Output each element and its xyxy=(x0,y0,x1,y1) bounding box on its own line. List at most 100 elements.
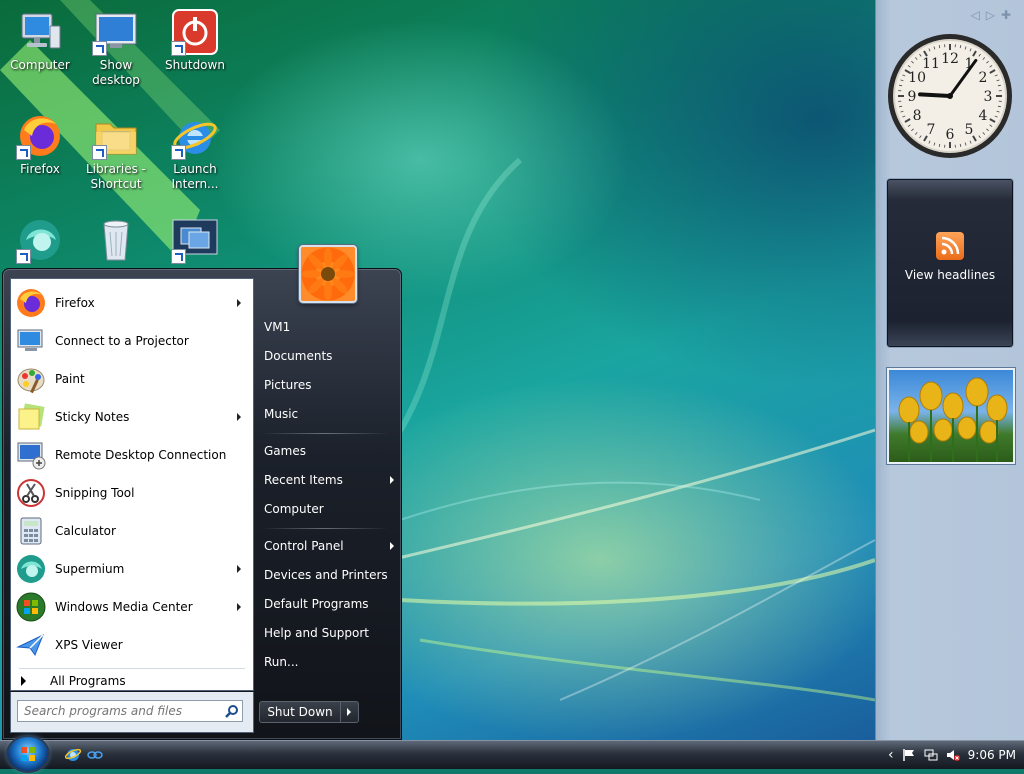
desktop-icon-show-desktop[interactable]: Show desktop xyxy=(78,8,154,88)
clock-numeral: 5 xyxy=(965,122,974,138)
start-item-label: Devices and Printers xyxy=(264,568,388,582)
clock-numeral: 9 xyxy=(908,89,917,105)
desktop-icon-internet-explorer[interactable]: Launch Intern... xyxy=(157,112,233,192)
desktop-icon-shutdown[interactable]: Shutdown xyxy=(157,8,233,73)
desktop-icon-label: Computer xyxy=(2,58,78,73)
start-item-label: Run... xyxy=(264,655,298,669)
clock-numeral: 2 xyxy=(978,70,987,86)
program-label: Sticky Notes xyxy=(55,410,237,424)
shortcut-arrow-icon xyxy=(171,41,186,56)
search-input[interactable] xyxy=(17,700,243,722)
start-item-label: Music xyxy=(264,407,298,421)
windows-logo-icon xyxy=(8,737,48,771)
desktop-icon-label: Libraries - Shortcut xyxy=(78,162,154,192)
sidebar-nav: ◁▷✚ xyxy=(970,8,1017,22)
start-item-label: Games xyxy=(264,444,306,458)
clock-gadget[interactable]: 121234567891011 xyxy=(886,32,1014,160)
start-separator xyxy=(261,528,389,529)
all-programs-arrow-icon xyxy=(21,676,26,686)
user-picture[interactable] xyxy=(299,245,357,303)
ie-quicklaunch-icon[interactable] xyxy=(64,745,82,763)
shutdown-button[interactable]: Shut Down xyxy=(259,701,341,723)
start-menu: Firefox Connect to a Projector Paint Sti… xyxy=(2,268,402,740)
desktop-icon-libraries[interactable]: Libraries - Shortcut xyxy=(78,112,154,192)
clock-hour-hand xyxy=(920,94,950,96)
program-sticky-notes[interactable]: Sticky Notes xyxy=(13,399,249,435)
start-item-control-panel[interactable]: Control Panel xyxy=(256,533,394,559)
feeds-label: View headlines xyxy=(888,268,1012,282)
rss-icon xyxy=(936,232,964,260)
shutdown-label: Shut Down xyxy=(267,705,332,719)
program-firefox[interactable]: Firefox xyxy=(13,285,249,321)
tulips-photo xyxy=(889,370,1013,462)
start-item-documents[interactable]: Documents xyxy=(256,343,394,369)
clock-numeral: 6 xyxy=(946,127,955,143)
sidebar-prev-icon[interactable]: ◁ xyxy=(970,8,985,22)
program-label: Firefox xyxy=(55,296,237,310)
shortcut-arrow-icon xyxy=(92,145,107,160)
clock-numeral: 10 xyxy=(908,70,926,86)
slideshow-gadget[interactable] xyxy=(887,368,1015,464)
start-item-label: Pictures xyxy=(264,378,312,392)
start-item-music[interactable]: Music xyxy=(256,401,394,427)
start-separator xyxy=(261,433,389,434)
program-remote-desktop[interactable]: Remote Desktop Connection xyxy=(13,437,249,473)
remote-desktop-icon xyxy=(15,439,47,471)
start-item-vm1[interactable]: VM1 xyxy=(256,314,394,340)
start-item-label: Default Programs xyxy=(264,597,369,611)
sticky-notes-icon xyxy=(15,401,47,433)
start-item-label: VM1 xyxy=(264,320,290,334)
calculator-icon xyxy=(15,515,47,547)
desktop-icon-supermium[interactable] xyxy=(2,216,78,266)
system-tray: ‹ 9:06 PM xyxy=(888,741,1016,769)
all-programs-label: All Programs xyxy=(50,674,126,688)
start-item-help-support[interactable]: Help and Support xyxy=(256,620,394,646)
start-item-devices-printers[interactable]: Devices and Printers xyxy=(256,562,394,588)
network-icon[interactable] xyxy=(924,748,938,762)
snipping-tool-icon xyxy=(15,477,47,509)
shutdown-options-button[interactable] xyxy=(341,701,359,723)
supermium-icon xyxy=(15,553,47,585)
program-supermium[interactable]: Supermium xyxy=(13,551,249,587)
program-paint[interactable]: Paint xyxy=(13,361,249,397)
volume-muted-icon[interactable] xyxy=(946,748,960,762)
start-item-default-programs[interactable]: Default Programs xyxy=(256,591,394,617)
desktop-icon-recycle-bin[interactable] xyxy=(78,216,154,266)
sidebar-next-icon[interactable]: ▷ xyxy=(986,8,1001,22)
programs-pane: Firefox Connect to a Projector Paint Sti… xyxy=(10,278,254,691)
feed-headlines-gadget[interactable]: View headlines xyxy=(887,179,1013,347)
shortcut-arrow-icon xyxy=(92,41,107,56)
action-center-flag-icon[interactable] xyxy=(902,748,916,762)
program-label: Windows Media Center xyxy=(55,600,237,614)
all-programs-button[interactable]: All Programs xyxy=(21,674,126,688)
program-label: Connect to a Projector xyxy=(55,334,249,348)
search-icon[interactable] xyxy=(225,704,239,718)
clock-time[interactable]: 9:06 PM xyxy=(968,748,1016,762)
submenu-arrow-icon xyxy=(237,413,241,421)
program-label: XPS Viewer xyxy=(55,638,249,652)
program-snipping-tool[interactable]: Snipping Tool xyxy=(13,475,249,511)
program-calculator[interactable]: Calculator xyxy=(13,513,249,549)
desktop-icon-computer[interactable]: Computer xyxy=(2,8,78,73)
sidebar-add-gadget-icon[interactable]: ✚ xyxy=(1001,8,1017,22)
desktop-icon-switch-windows[interactable] xyxy=(157,216,233,266)
start-item-run[interactable]: Run... xyxy=(256,649,394,675)
taskbar: ‹ 9:06 PM xyxy=(0,740,1024,769)
start-item-label: Documents xyxy=(264,349,332,363)
start-item-pictures[interactable]: Pictures xyxy=(256,372,394,398)
program-media-center[interactable]: Windows Media Center xyxy=(13,589,249,625)
desktop-icon-firefox[interactable]: Firefox xyxy=(2,112,78,177)
start-item-recent-items[interactable]: Recent Items xyxy=(256,467,394,493)
programs-separator xyxy=(19,668,245,669)
shortcut-arrow-icon xyxy=(171,145,186,160)
start-item-computer[interactable]: Computer xyxy=(256,496,394,522)
submenu-arrow-icon xyxy=(237,565,241,573)
program-connect-projector[interactable]: Connect to a Projector xyxy=(13,323,249,359)
program-xps-viewer[interactable]: XPS Viewer xyxy=(13,627,249,663)
switch-windows-quicklaunch-icon[interactable] xyxy=(86,745,104,763)
start-button[interactable] xyxy=(8,737,48,771)
program-label: Calculator xyxy=(55,524,249,538)
show-hidden-icons-icon[interactable]: ‹ xyxy=(888,747,894,763)
start-item-games[interactable]: Games xyxy=(256,438,394,464)
shortcut-arrow-icon xyxy=(16,145,31,160)
